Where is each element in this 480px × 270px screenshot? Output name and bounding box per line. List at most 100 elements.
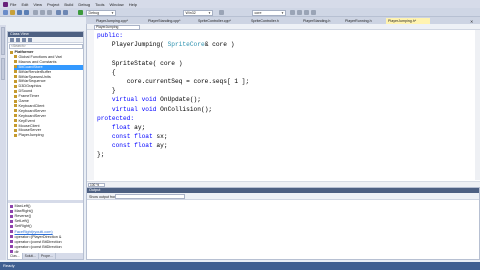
new-folder-icon[interactable] [10, 38, 14, 42]
menu-item-tools[interactable]: Tools [95, 2, 104, 7]
document-tabs: PlayerJumping.cpp* PlayerStanding.cpp* S… [86, 17, 480, 24]
code-token: { [97, 68, 116, 76]
solution-platform-select[interactable]: Win32 ▼ [183, 9, 213, 16]
code-line[interactable]: PlayerJumping( SpriteCore& core ) [97, 40, 249, 49]
code-token: void [141, 96, 161, 104]
class-view-toolbar [8, 37, 83, 43]
member-item[interactable]: dir [10, 250, 19, 255]
code-editor[interactable]: PlayerJumping public: PlayerJumping( Spr… [86, 24, 480, 187]
class-icon [14, 104, 17, 108]
properties-icon[interactable] [304, 9, 309, 15]
code-line[interactable]: { [97, 68, 249, 77]
code-token: OnCollision(); [160, 105, 213, 113]
code-token: float [134, 142, 157, 150]
find-target-value: core [254, 10, 262, 15]
code-line[interactable]: SpriteState( core ) [97, 59, 249, 68]
settings-icon[interactable] [28, 38, 32, 42]
tab-solution-explorer[interactable]: Soluti... [23, 253, 39, 259]
code-token: sx; [156, 133, 168, 141]
method-icon [10, 245, 13, 249]
editor-gutter [87, 30, 94, 180]
find-in-files-icon[interactable] [290, 9, 295, 15]
type-navigation-select[interactable]: PlayerJumping [94, 24, 140, 30]
code-line[interactable]: } [97, 86, 249, 95]
code-token: OnUpdate(); [160, 96, 201, 104]
start-debugging-icon[interactable] [78, 9, 83, 15]
code-line[interactable]: virtual void OnCollision(); [97, 105, 249, 114]
code-token: }; [97, 151, 105, 159]
tree-item-label: MouseClient [18, 123, 40, 128]
menu-item-project[interactable]: Project [47, 2, 59, 7]
method-icon [10, 219, 13, 223]
menu-item-build[interactable]: Build [64, 2, 73, 7]
code-line[interactable]: const float ay; [97, 141, 249, 150]
class-view-splitter[interactable] [8, 200, 83, 203]
code-token: void [141, 105, 161, 113]
undo-icon[interactable] [56, 9, 61, 15]
tree-item[interactable]: PlayerJumping [14, 133, 83, 138]
class-icon [14, 55, 17, 59]
menu-item-file[interactable]: File [10, 2, 16, 7]
code-line[interactable]: public: [97, 31, 249, 40]
close-tab-icon[interactable]: ✕ [470, 19, 473, 24]
forward-icon[interactable] [22, 38, 26, 42]
method-icon [10, 240, 13, 244]
code-line[interactable]: const float sx; [97, 132, 249, 141]
open-file-icon[interactable] [10, 9, 15, 15]
tab-properties[interactable]: Prope... [39, 253, 56, 259]
back-icon[interactable] [16, 38, 20, 42]
menu-item-view[interactable]: View [33, 2, 42, 7]
code-line[interactable]: }; [97, 150, 249, 159]
menu-item-debug[interactable]: Debug [78, 2, 90, 7]
editor-vertical-scrollbar[interactable] [475, 30, 480, 180]
menu-item-window[interactable]: Window [109, 2, 123, 7]
code-token: virtual [97, 96, 142, 104]
copy-icon[interactable] [40, 9, 45, 15]
member-item-label: operator=(const BitDirection [14, 244, 62, 249]
code-token: virtual [97, 105, 142, 113]
solution-explorer-side-tab[interactable] [1, 27, 5, 55]
tree-item-label: BitGuardStore [18, 64, 43, 69]
code-line[interactable] [97, 49, 249, 58]
class-icon [14, 79, 17, 83]
paste-icon[interactable] [47, 9, 52, 15]
method-icon [10, 209, 13, 213]
code-line[interactable]: protected: [97, 114, 249, 123]
code-line[interactable]: core.currentSeq = core.seqs[ 1 ]; [97, 77, 250, 86]
method-icon [10, 224, 13, 228]
toolbox-side-tab[interactable] [1, 58, 5, 80]
method-icon [10, 250, 13, 254]
save-all-icon[interactable] [24, 9, 29, 15]
solution-configuration-value: Debug [88, 10, 100, 15]
member-item-label: Reverse() [14, 214, 32, 219]
tree-item-label: BitVarSequence [18, 79, 46, 84]
solution-configuration-select[interactable]: Debug ▼ [86, 9, 116, 16]
find-icon[interactable] [219, 9, 224, 15]
class-view-search-input[interactable]: <Search> [9, 43, 83, 49]
code-token: protected: [97, 114, 135, 122]
toolbox-icon[interactable] [311, 9, 316, 15]
type-navigation-value: PlayerJumping [96, 24, 119, 29]
visual-studio-logo-icon [3, 1, 8, 7]
save-icon[interactable] [17, 9, 22, 15]
tree-item-label: DSound [18, 89, 33, 94]
code-token: SpriteCore [167, 41, 205, 49]
solution-explorer-icon[interactable] [297, 9, 302, 15]
tree-item-label: BitVarSpawnsUnits [18, 74, 51, 79]
code-token: float [97, 123, 135, 131]
output-source-select[interactable] [115, 194, 185, 199]
redo-icon[interactable] [63, 9, 68, 15]
code-text[interactable]: public: PlayerJumping( SpriteCore& core … [97, 31, 249, 160]
tree-item-label: KeyboardClient [18, 103, 45, 108]
tree-item-label: KeyboardServer [18, 113, 46, 118]
class-icon [14, 124, 17, 127]
find-target-select[interactable]: core ▼ [252, 9, 286, 16]
cut-icon[interactable] [33, 9, 38, 15]
new-project-icon[interactable] [3, 9, 8, 15]
code-token: const [97, 133, 135, 141]
code-line[interactable]: virtual void OnUpdate(); [97, 95, 249, 104]
menu-item-edit[interactable]: Edit [21, 2, 28, 7]
menu-item-help[interactable]: Help [129, 2, 137, 7]
code-line[interactable]: float ay; [97, 123, 249, 132]
member-item-label: MaxRight() [14, 209, 34, 214]
